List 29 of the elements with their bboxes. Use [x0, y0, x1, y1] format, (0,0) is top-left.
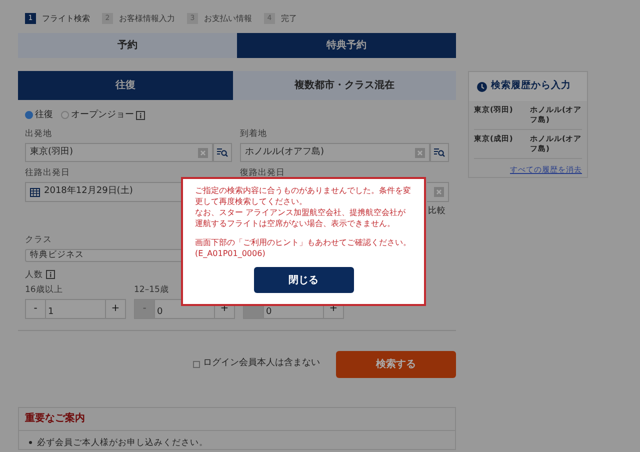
field-label: 出発地 [25, 129, 52, 139]
error-message: なお、スター アライアンス加盟航空会社、提携航空会社が運航するフライトは空席がない場合、表示できません。 [195, 207, 407, 229]
field-label: 往路出発日 [25, 168, 70, 178]
radio-label[interactable]: 往復 [35, 110, 53, 120]
close-button[interactable]: 閉じる [254, 267, 354, 293]
field-label: 12–15歳 [134, 284, 169, 294]
radio-label[interactable]: オープンジョー [71, 110, 134, 120]
compare-label: 比較 [428, 207, 446, 216]
step-label: フライト検索 [42, 14, 90, 22]
checkbox-label[interactable]: ログイン会員本人は含まない [203, 357, 320, 371]
trip-type-tab[interactable]: 複数都市・クラス混在 [233, 71, 456, 100]
field-label: クラス [25, 234, 52, 244]
error-message: 画面下部の「ご利用のヒント」もあわせてご確認ください。 [195, 237, 412, 248]
step-label: 完了 [281, 14, 297, 22]
departure-field[interactable]: 東京(羽田) [25, 143, 213, 162]
notice-title: 重要なご案内 [25, 411, 85, 426]
step-label: お支払い情報 [204, 14, 252, 22]
trip-type-tab[interactable]: 往復 [18, 71, 233, 100]
booking-tab[interactable]: 予約 [18, 33, 237, 58]
field-label: 復路出発日 [240, 168, 285, 178]
search-button[interactable]: 検索する [336, 350, 456, 378]
notice-item: 必ず会員ご本人様がお申し込みください。 [37, 436, 208, 450]
field-label: 16歳以上 [25, 284, 63, 294]
field-label: 到着地 [240, 129, 267, 139]
step-label: お客様情報入力 [119, 14, 175, 22]
arrival-field[interactable]: ホノルル(オアフ島) [240, 143, 430, 162]
history-title: 検索履歴から入力 [491, 79, 571, 94]
field-label: 人数 [25, 270, 43, 280]
booking-tab[interactable]: 特典予約 [237, 33, 456, 58]
